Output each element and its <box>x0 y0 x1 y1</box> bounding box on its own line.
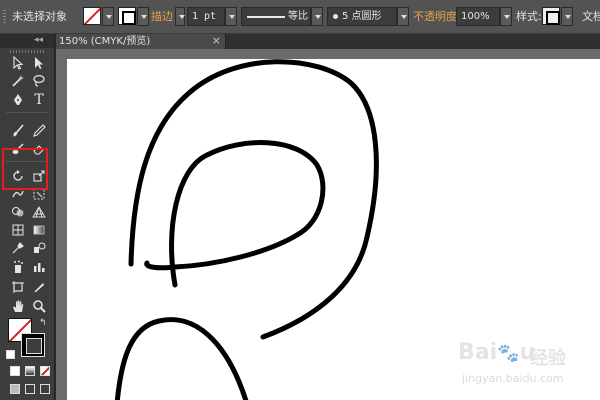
variable-width-profile-dropdown[interactable] <box>311 7 323 26</box>
style-label: 样式: <box>516 10 542 23</box>
graphic-style-swatch[interactable] <box>542 7 560 25</box>
zoom-tool-icon[interactable] <box>29 297 49 315</box>
default-colors-icon[interactable] <box>6 350 15 359</box>
pen-tool-icon[interactable] <box>8 91 28 109</box>
close-icon[interactable]: × <box>212 34 221 47</box>
graphic-style-dropdown[interactable] <box>561 7 573 26</box>
tools-panel-grip[interactable] <box>10 50 44 53</box>
stroke-weight-field[interactable]: 1 pt <box>187 7 225 26</box>
gradient-tool-icon[interactable] <box>29 221 49 239</box>
type-tool-icon[interactable]: T <box>29 91 49 109</box>
swap-fill-stroke-icon[interactable]: ↰ <box>39 318 47 328</box>
stroke-label[interactable]: 描边 <box>151 10 173 24</box>
stroke-weight-stepper[interactable] <box>175 7 185 26</box>
watermark-chinese: 经验 <box>530 348 566 369</box>
highlight-box <box>2 148 48 190</box>
direct-selection-tool-icon[interactable] <box>29 54 49 72</box>
document-tab-title: 150% (CMYK/预览) <box>59 36 151 47</box>
watermark-brand: Bai🐾u <box>458 340 536 365</box>
artboard-tool-icon[interactable] <box>8 278 28 296</box>
gradient-mode-icon[interactable] <box>25 366 35 376</box>
mesh-tool-icon[interactable] <box>8 221 28 239</box>
selection-tool-icon[interactable] <box>8 54 28 72</box>
eyedropper-tool-icon[interactable] <box>8 239 28 257</box>
stroke-color-dropdown[interactable] <box>137 7 149 26</box>
none-mode-icon[interactable] <box>40 366 50 376</box>
variable-width-profile-field[interactable]: 等比 <box>241 7 311 26</box>
brush-stroke-outer <box>128 59 379 340</box>
stroke-color-swatch[interactable] <box>118 7 136 25</box>
watermark: Bai🐾u 经验 jingyan.baidu.com <box>456 336 596 392</box>
draw-inside-icon[interactable] <box>40 384 50 394</box>
symbol-sprayer-tool-icon[interactable] <box>8 258 28 276</box>
brush-definition-dropdown[interactable] <box>397 7 409 26</box>
slice-tool-icon[interactable] <box>29 278 49 296</box>
brush-dot-icon <box>333 14 338 19</box>
brush-stroke-inner <box>144 140 326 288</box>
opacity-label[interactable]: 不透明度 <box>413 10 457 24</box>
magic-wand-tool-icon[interactable] <box>8 72 28 90</box>
stroke-swatch[interactable] <box>21 333 45 357</box>
tools-panel: ◂◂ T ↰ <box>0 34 55 400</box>
opacity-dropdown[interactable] <box>500 7 512 26</box>
brush-definition-field[interactable]: 5 点圆形 <box>327 7 397 26</box>
brush-stroke-bottom <box>114 317 249 400</box>
document-tab-strip: 150% (CMYK/预览) × <box>56 34 600 49</box>
fill-color-dropdown[interactable] <box>102 7 114 26</box>
toolbar-separator <box>6 112 48 113</box>
variable-width-profile-value: 等比 <box>288 11 308 22</box>
pencil-tool-icon[interactable] <box>29 122 49 140</box>
draw-normal-icon[interactable] <box>10 384 20 394</box>
hand-tool-icon[interactable] <box>8 297 28 315</box>
blend-tool-icon[interactable] <box>29 239 49 257</box>
brush-definition-value: 5 点圆形 <box>342 11 382 22</box>
collapse-panel-icon[interactable]: ◂◂ <box>34 35 43 45</box>
selection-status-label: 未选择对象 <box>12 10 67 23</box>
color-mode-icon[interactable] <box>10 366 20 376</box>
watermark-url: jingyan.baidu.com <box>462 372 564 385</box>
document-tab[interactable]: 150% (CMYK/预览) × <box>56 34 226 49</box>
opacity-value: 100% <box>461 11 490 22</box>
lasso-tool-icon[interactable] <box>29 72 49 90</box>
shape-builder-tool-icon[interactable] <box>8 203 28 221</box>
opacity-field[interactable]: 100% <box>456 7 500 26</box>
perspective-grid-tool-icon[interactable] <box>29 203 49 221</box>
document-setup-button[interactable]: 文档 <box>582 10 600 24</box>
tools-panel-header[interactable]: ◂◂ <box>0 34 54 48</box>
stroke-profile-preview <box>247 16 285 18</box>
paintbrush-tool-icon[interactable] <box>8 122 28 140</box>
stroke-weight-value: 1 pt <box>192 11 217 22</box>
column-graph-tool-icon[interactable] <box>29 258 49 276</box>
draw-behind-icon[interactable] <box>25 384 35 394</box>
fill-color-swatch[interactable] <box>83 7 101 25</box>
control-bar-grip[interactable] <box>3 10 6 24</box>
control-bar: 未选择对象 描边 1 pt 等比 5 点圆形 不透明度 100% 样式: 文档 <box>0 0 600 34</box>
stroke-weight-dropdown[interactable] <box>225 7 237 26</box>
